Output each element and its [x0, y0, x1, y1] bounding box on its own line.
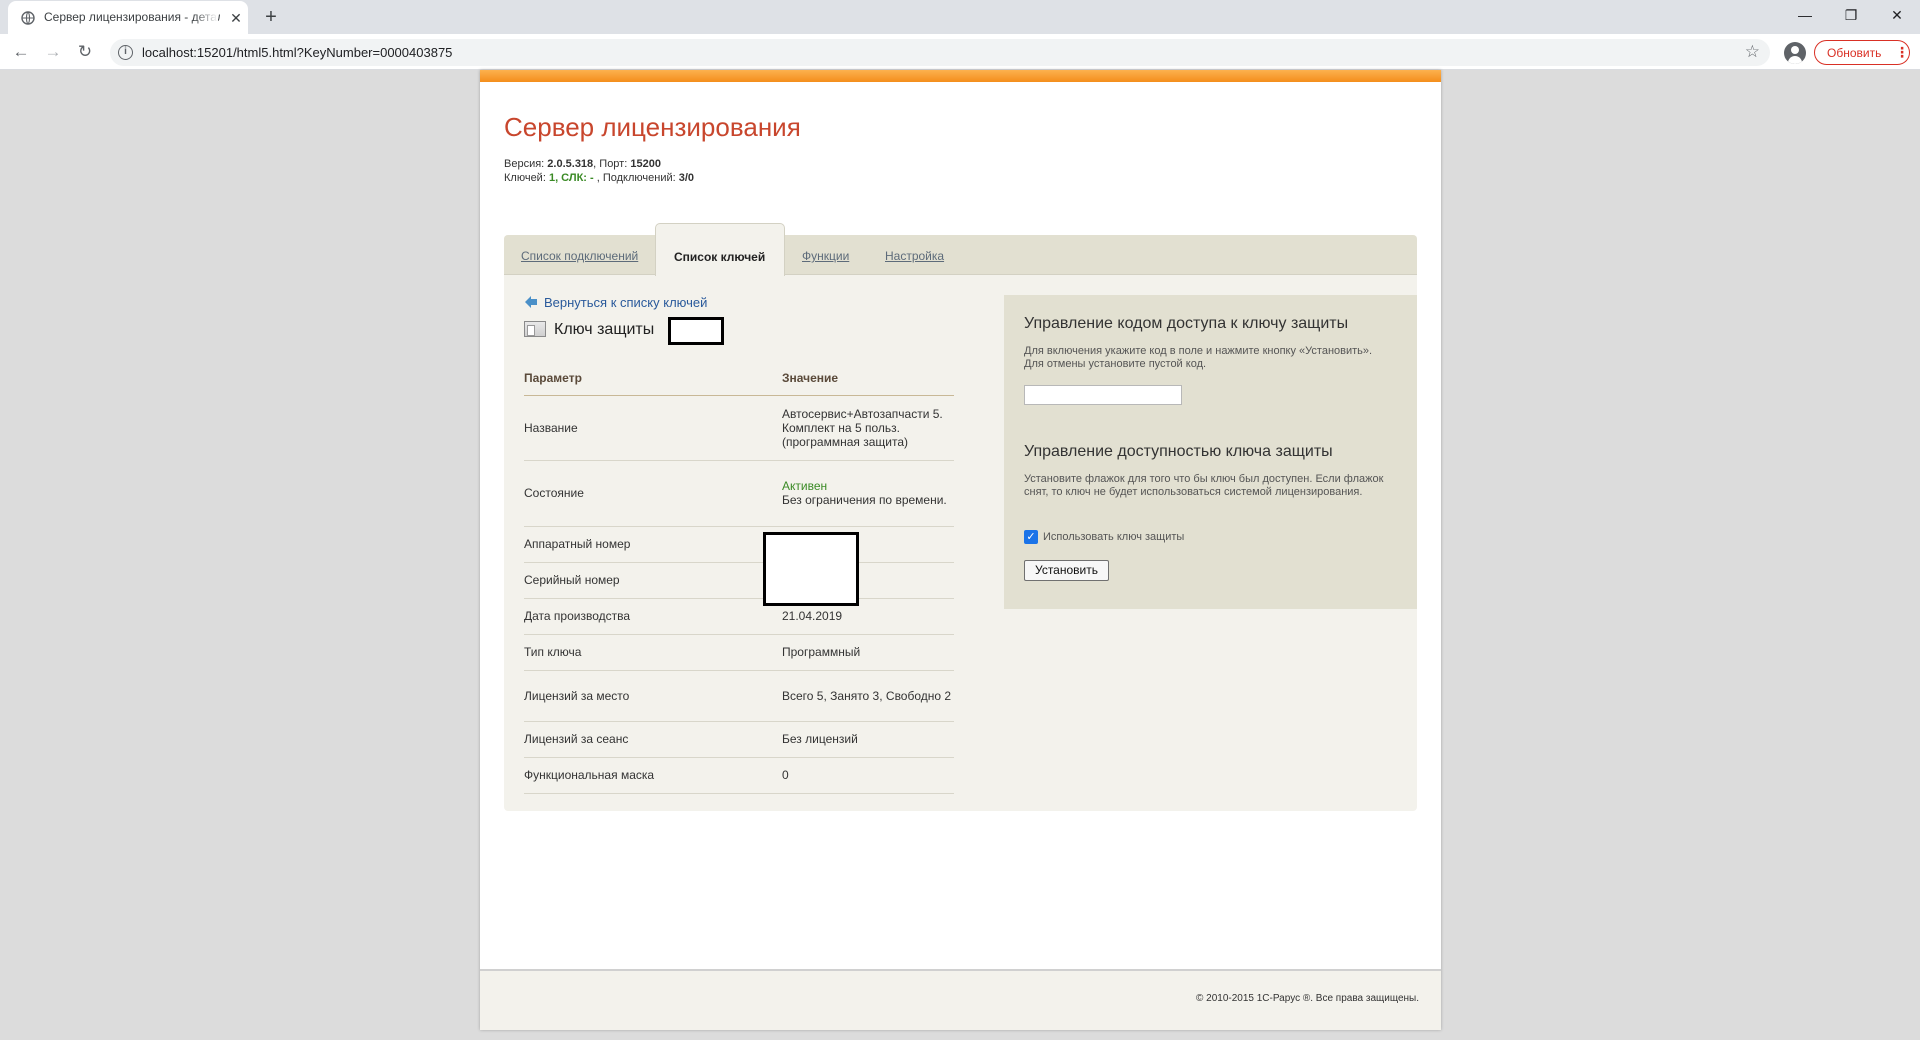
table-row: Лицензий за место Всего 5, Занято 3, Сво…	[524, 670, 954, 722]
update-label: Обновить	[1827, 46, 1882, 60]
connections-value: 3/0	[678, 172, 695, 184]
tab-settings[interactable]: Настройка	[885, 249, 944, 263]
param-value: Автосервис+Автозапчасти 5. Комплект на 5…	[782, 395, 954, 461]
redacted-key-number	[668, 317, 724, 345]
param-name: Название	[524, 395, 782, 461]
param-name: Состояние	[524, 460, 782, 527]
reload-icon[interactable]: ↻	[74, 41, 96, 63]
table-row: Название Автосервис+Автозапчасти 5. Комп…	[524, 395, 954, 461]
update-browser-button[interactable]: Обновить ⋮	[1814, 40, 1910, 65]
table-row: Дата производства 21.04.2019	[524, 598, 954, 635]
port-label: , Порт:	[593, 158, 631, 170]
main-panel: Список подключений Список ключей Функции…	[504, 223, 1417, 811]
profile-avatar-icon[interactable]	[1784, 42, 1806, 64]
keys-line: Ключей: 1, СЛК: - , Подключений: 3/0	[504, 172, 694, 184]
tab-functions[interactable]: Функции	[802, 249, 849, 263]
browser-toolbar: ← → ↻ i localhost:15201/html5.html?KeyNu…	[0, 34, 1920, 70]
back-arrow-icon[interactable]: ←	[10, 41, 32, 63]
page-title: Сервер лицензирования	[504, 112, 801, 142]
column-header-value: Значение	[782, 361, 954, 396]
param-name: Лицензий за сеанс	[524, 721, 782, 758]
column-header-parameter: Параметр	[524, 361, 782, 396]
param-value: Активен Без ограничения по времени.	[782, 460, 954, 527]
tab-connections[interactable]: Список подключений	[521, 249, 638, 263]
port-value: 15200	[630, 158, 661, 170]
keys-label: Ключей:	[504, 172, 549, 184]
forward-arrow-icon[interactable]: →	[42, 41, 64, 63]
table-row: Аппаратный номер	[524, 526, 954, 563]
new-tab-button[interactable]: +	[259, 6, 283, 30]
keys-value: 1, СЛК: -	[548, 172, 597, 184]
back-link-text: Вернуться к списку ключей	[544, 295, 708, 310]
tab-strip: Список подключений Список ключей Функции…	[504, 223, 1417, 276]
set-button[interactable]: Установить	[1024, 560, 1109, 581]
version-value: 2.0.5.318	[547, 158, 594, 170]
browser-tab[interactable]: Сервер лицензирования - детали ключа ✕	[8, 1, 248, 34]
version-label: Версия:	[504, 158, 548, 170]
access-code-heading: Управление кодом доступа к ключу защиты	[1024, 315, 1349, 332]
param-value: Без лицензий	[782, 721, 954, 758]
param-name: Дата производства	[524, 598, 782, 635]
key-management-box: Управление кодом доступа к ключу защиты …	[1004, 295, 1417, 609]
key-heading-text: Ключ защиты	[554, 321, 655, 338]
tab-title-fade	[194, 5, 218, 29]
page-footer: © 2010-2015 1С-Рарус ®. Все права защище…	[480, 969, 1441, 1030]
globe-icon	[21, 11, 35, 25]
redacted-hardware-serial	[763, 532, 859, 606]
param-name: Лицензий за место	[524, 670, 782, 722]
version-line: Версия: 2.0.5.318, Порт: 15200	[504, 158, 661, 170]
back-arrow-icon	[525, 296, 537, 308]
param-name: Тип ключа	[524, 634, 782, 671]
close-window-icon[interactable]: ✕	[1887, 5, 1907, 25]
site-info-icon[interactable]: i	[118, 45, 133, 60]
use-key-checkbox[interactable]: ✓	[1024, 530, 1038, 544]
param-value: Всего 5, Занято 3, Свободно 2	[782, 670, 954, 722]
key-parameters-table: Параметр Значение Название Автосервис+Ав…	[524, 361, 954, 794]
param-value: 0	[782, 757, 954, 794]
address-bar[interactable]: i localhost:15201/html5.html?KeyNumber=0…	[110, 39, 1770, 66]
param-value: Программный	[782, 634, 954, 671]
param-name: Аппаратный номер	[524, 526, 782, 563]
copyright-text: © 2010-2015 1С-Рарус ®. Все права защище…	[1195, 993, 1419, 1004]
table-row: Функциональная маска 0	[524, 757, 954, 794]
param-name: Серийный номер	[524, 562, 782, 599]
key-card-icon	[524, 321, 546, 337]
browser-tab-bar: Сервер лицензирования - детали ключа ✕ +…	[0, 0, 1920, 34]
restore-icon[interactable]: ❐	[1841, 5, 1861, 25]
tab-keys[interactable]: Список ключей	[655, 223, 785, 276]
availability-description: Установите флажок для того что бы ключ б…	[1024, 473, 1384, 498]
connections-label: , Подключений:	[596, 172, 679, 184]
table-row: Состояние Активен Без ограничения по вре…	[524, 460, 954, 527]
page-container: Сервер лицензирования Версия: 2.0.5.318,…	[480, 70, 1441, 1030]
access-code-input[interactable]	[1024, 385, 1182, 405]
tab-keys-label: Список ключей	[674, 250, 766, 264]
availability-heading: Управление доступностью ключа защиты	[1024, 443, 1333, 460]
table-row: Серийный номер	[524, 562, 954, 599]
table-row: Лицензий за сеанс Без лицензий	[524, 721, 954, 758]
status-badge: Активен	[782, 479, 828, 493]
use-key-checkbox-label[interactable]: Использовать ключ защиты	[1043, 531, 1184, 543]
kebab-menu-icon[interactable]: ⋮	[1895, 44, 1909, 61]
close-tab-icon[interactable]: ✕	[228, 10, 244, 26]
access-code-description: Для включения укажите код в поле и нажми…	[1024, 345, 1373, 370]
bookmark-star-icon[interactable]: ☆	[1745, 42, 1760, 62]
status-detail: Без ограничения по времени.	[782, 493, 947, 507]
minimize-icon[interactable]: —	[1795, 5, 1815, 25]
table-row: Тип ключа Программный	[524, 634, 954, 671]
param-name: Функциональная маска	[524, 757, 782, 794]
url-text[interactable]: localhost:15201/html5.html?KeyNumber=000…	[142, 45, 452, 60]
orange-header-bar	[480, 70, 1441, 82]
